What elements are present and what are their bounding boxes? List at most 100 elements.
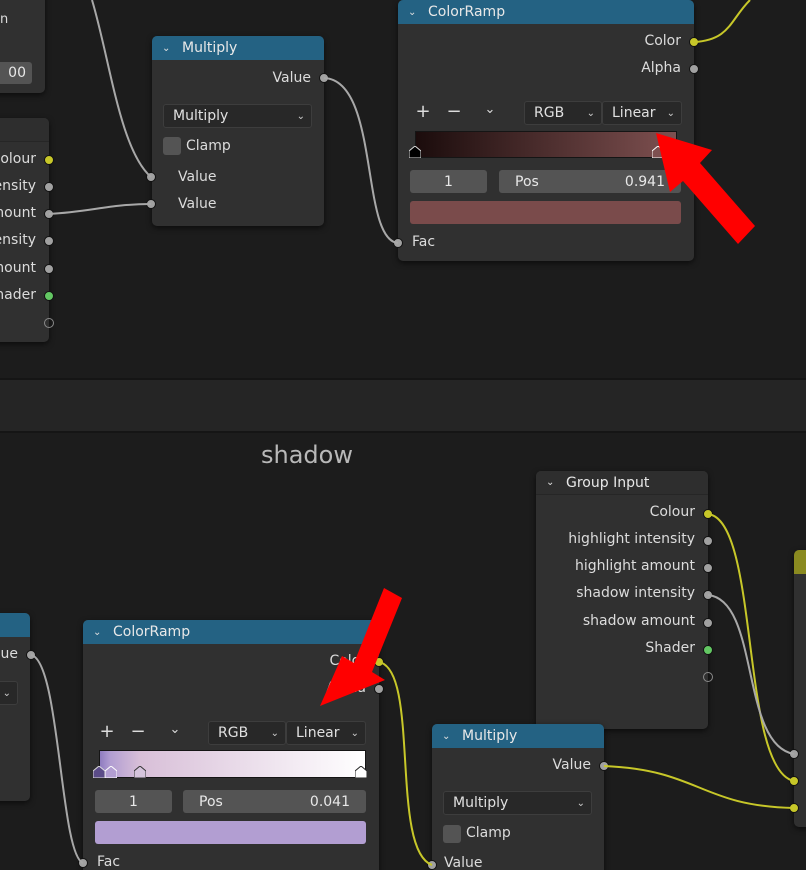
multiply-node-header[interactable]: ⌄ Multiply bbox=[152, 36, 324, 60]
output-label-amount: mount bbox=[0, 205, 36, 221]
active-stop-index: 1 bbox=[129, 793, 138, 810]
colorramp-node-bottom[interactable]: ⌄ ColorRamp Color Alpha + − ⌄ RGB ⌄ Line… bbox=[83, 620, 379, 870]
partial-node-left[interactable]: ⌄ bbox=[0, 613, 30, 801]
interpolation-dropdown[interactable]: Linear ⌄ bbox=[602, 101, 682, 125]
color-stop-handle-3[interactable] bbox=[355, 766, 367, 778]
alpha-output-label: Alpha bbox=[641, 60, 681, 76]
remove-stop-button[interactable]: − bbox=[128, 721, 148, 742]
color-stop-handle-1-selected[interactable] bbox=[105, 766, 117, 778]
output-label-highlight-intensity: highlight intensity bbox=[568, 531, 695, 547]
colorramp-color-out-socket[interactable] bbox=[374, 657, 384, 667]
output-label-colour: Colour bbox=[0, 151, 36, 167]
socket-shadow-intensity-out[interactable] bbox=[703, 590, 713, 600]
node-title: ColorRamp bbox=[113, 624, 191, 640]
multiply-value-out-socket[interactable] bbox=[599, 761, 609, 771]
partial-node-right-header[interactable] bbox=[794, 550, 806, 574]
operation-value: Multiply bbox=[453, 795, 509, 811]
colorramp-fac-in-socket[interactable] bbox=[393, 238, 403, 248]
socket-highlight-amount-out[interactable] bbox=[703, 563, 713, 573]
color-stop-handle-1-selected[interactable] bbox=[652, 146, 664, 158]
chevron-down-icon: ⌄ bbox=[576, 797, 585, 809]
stop-position-field[interactable]: Pos 0.041 bbox=[183, 790, 366, 813]
chevron-down-icon: ⌄ bbox=[2, 687, 11, 699]
partial-node-field[interactable]: 00 bbox=[0, 62, 32, 84]
partial-node-upper[interactable]: n 00 bbox=[0, 0, 45, 93]
collapse-chevron-icon[interactable]: ⌄ bbox=[408, 7, 422, 18]
color-mode-dropdown[interactable]: RGB ⌄ bbox=[524, 101, 602, 125]
socket-amount-out[interactable] bbox=[44, 209, 54, 219]
editor-area-divider[interactable] bbox=[0, 378, 806, 433]
socket-shader-out[interactable] bbox=[44, 291, 54, 301]
colorramp-alpha-out-socket[interactable] bbox=[689, 64, 699, 74]
output-label-intensity: ensity bbox=[0, 178, 36, 194]
multiply-value-out-socket[interactable] bbox=[319, 73, 329, 83]
add-stop-button[interactable]: + bbox=[413, 101, 433, 122]
partial-group-header[interactable] bbox=[0, 118, 49, 142]
collapse-chevron-icon[interactable]: ⌄ bbox=[442, 731, 456, 742]
fac-input-label: Fac bbox=[412, 234, 436, 250]
color-stop-handle-0[interactable] bbox=[93, 766, 105, 778]
clamp-checkbox[interactable] bbox=[163, 137, 181, 155]
chevron-down-icon: ⌄ bbox=[296, 110, 305, 122]
socket-empty-out[interactable] bbox=[44, 318, 54, 328]
socket-empty-out[interactable] bbox=[703, 672, 713, 682]
stop-color-swatch[interactable] bbox=[95, 821, 366, 844]
group-input-node[interactable]: ⌄ Group Input Colour highlight intensity… bbox=[536, 471, 708, 729]
colorramp-node-top[interactable]: ⌄ ColorRamp Color Alpha + − ⌄ RGB ⌄ Line… bbox=[398, 0, 694, 261]
partial-right-in-socket-1[interactable] bbox=[789, 749, 799, 759]
partial-node-dropdown[interactable]: ⌄ bbox=[0, 681, 18, 705]
socket-amount-out-2[interactable] bbox=[44, 264, 54, 274]
active-stop-index-box[interactable]: 1 bbox=[95, 790, 172, 813]
socket-shader-out[interactable] bbox=[703, 645, 713, 655]
collapse-chevron-icon[interactable]: ⌄ bbox=[93, 627, 107, 638]
colorramp-node-header[interactable]: ⌄ ColorRamp bbox=[398, 0, 694, 24]
multiply-value-in-socket-2[interactable] bbox=[146, 199, 156, 209]
colorramp-node-header[interactable]: ⌄ ColorRamp bbox=[83, 620, 379, 644]
node-title: Multiply bbox=[182, 40, 238, 56]
socket-intensity-out[interactable] bbox=[44, 182, 54, 192]
stop-color-swatch[interactable] bbox=[410, 201, 681, 224]
multiply-node-header[interactable]: ⌄ Multiply bbox=[432, 724, 604, 748]
colorramp-fac-in-socket[interactable] bbox=[78, 858, 88, 868]
add-stop-button[interactable]: + bbox=[97, 721, 117, 742]
color-stop-handle-2[interactable] bbox=[134, 766, 146, 778]
socket-highlight-intensity-out[interactable] bbox=[703, 536, 713, 546]
partial-node-value-out-socket[interactable] bbox=[26, 650, 36, 660]
ramp-menu-chevron-icon[interactable]: ⌄ bbox=[165, 722, 185, 737]
node-title: Multiply bbox=[462, 728, 518, 744]
chevron-down-icon: ⌄ bbox=[666, 107, 675, 119]
multiply-value-in-socket[interactable] bbox=[427, 860, 437, 870]
group-input-header[interactable]: ⌄ Group Input bbox=[536, 471, 708, 495]
colorramp-color-out-socket[interactable] bbox=[689, 37, 699, 47]
socket-colour-out[interactable] bbox=[703, 509, 713, 519]
node-editor-top[interactable]: n 00 Colour ensity mount ensity mount ha… bbox=[0, 0, 806, 378]
color-stop-handle-0[interactable] bbox=[409, 146, 421, 158]
remove-stop-button[interactable]: − bbox=[444, 101, 464, 122]
active-stop-index-field[interactable]: 1 bbox=[410, 170, 487, 193]
collapse-chevron-icon[interactable]: ⌄ bbox=[162, 43, 176, 54]
interpolation-value: Linear bbox=[296, 725, 340, 741]
operation-dropdown[interactable]: Multiply ⌄ bbox=[443, 791, 592, 815]
color-ramp-gradient[interactable] bbox=[415, 131, 677, 158]
socket-shadow-amount-out[interactable] bbox=[703, 618, 713, 628]
partial-right-in-socket-2[interactable] bbox=[789, 776, 799, 786]
partial-node-left-header[interactable] bbox=[0, 613, 30, 637]
output-label-amount-2: mount bbox=[0, 260, 36, 276]
colorramp-alpha-out-socket[interactable] bbox=[374, 684, 384, 694]
node-editor-bottom[interactable]: shadow ⌄ Group Input Colour highlight in… bbox=[0, 433, 806, 870]
output-label-shadow-intensity: shadow intensity bbox=[576, 585, 695, 601]
collapse-chevron-icon[interactable]: ⌄ bbox=[546, 477, 560, 488]
interpolation-dropdown[interactable]: Linear ⌄ bbox=[286, 721, 366, 745]
ramp-menu-chevron-icon[interactable]: ⌄ bbox=[480, 102, 500, 117]
operation-dropdown[interactable]: Multiply ⌄ bbox=[163, 104, 312, 128]
partial-right-in-socket-3[interactable] bbox=[789, 803, 799, 813]
socket-colour-out[interactable] bbox=[44, 155, 54, 165]
color-mode-dropdown[interactable]: RGB ⌄ bbox=[208, 721, 286, 745]
multiply-node-bottom[interactable]: ⌄ Multiply Value Multiply ⌄ Clamp Value bbox=[432, 724, 604, 870]
stop-position-field[interactable]: Pos 0.941 bbox=[499, 170, 681, 193]
partial-node-text: n bbox=[0, 12, 9, 27]
multiply-value-in-socket-1[interactable] bbox=[146, 172, 156, 182]
socket-intensity-out-2[interactable] bbox=[44, 236, 54, 246]
multiply-node-top[interactable]: ⌄ Multiply Value Multiply ⌄ Clamp Value … bbox=[152, 36, 324, 226]
clamp-checkbox[interactable] bbox=[443, 825, 461, 843]
